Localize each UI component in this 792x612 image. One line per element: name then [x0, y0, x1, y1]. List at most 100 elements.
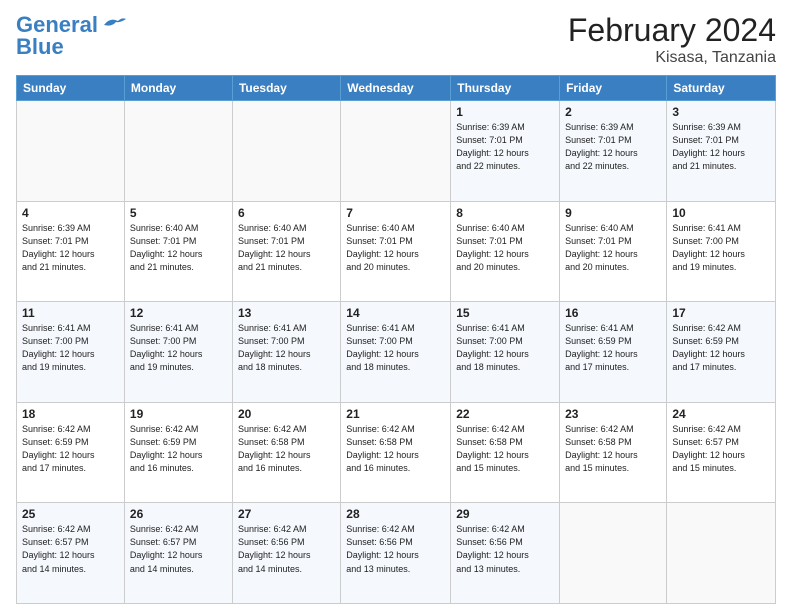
table-row: 11 Sunrise: 6:41 AM Sunset: 7:00 PM Dayli…: [17, 302, 125, 403]
calendar-week-2: 4 Sunrise: 6:39 AM Sunset: 7:01 PM Daylig…: [17, 201, 776, 302]
day-number: 15: [456, 306, 554, 320]
table-row: [341, 101, 451, 202]
table-row: [17, 101, 125, 202]
table-row: 29 Sunrise: 6:42 AM Sunset: 6:56 PM Dayli…: [451, 503, 560, 604]
table-row: 25 Sunrise: 6:42 AM Sunset: 6:57 PM Dayli…: [17, 503, 125, 604]
logo-blue: Blue: [16, 34, 64, 60]
table-row: 20 Sunrise: 6:42 AM Sunset: 6:58 PM Dayli…: [232, 402, 340, 503]
table-row: 13 Sunrise: 6:41 AM Sunset: 7:00 PM Dayli…: [232, 302, 340, 403]
day-number: 11: [22, 306, 119, 320]
day-number: 5: [130, 206, 227, 220]
day-info: Sunrise: 6:41 AM Sunset: 7:00 PM Dayligh…: [456, 322, 554, 374]
day-number: 21: [346, 407, 445, 421]
header-sunday: Sunday: [17, 76, 125, 101]
table-row: 27 Sunrise: 6:42 AM Sunset: 6:56 PM Dayli…: [232, 503, 340, 604]
table-row: 16 Sunrise: 6:41 AM Sunset: 6:59 PM Dayli…: [560, 302, 667, 403]
table-row: 14 Sunrise: 6:41 AM Sunset: 7:00 PM Dayli…: [341, 302, 451, 403]
page: General Blue February 2024 Kisasa, Tanza…: [0, 0, 792, 612]
header-thursday: Thursday: [451, 76, 560, 101]
day-number: 28: [346, 507, 445, 521]
calendar-week-5: 25 Sunrise: 6:42 AM Sunset: 6:57 PM Dayli…: [17, 503, 776, 604]
day-number: 9: [565, 206, 661, 220]
day-number: 3: [672, 105, 770, 119]
day-info: Sunrise: 6:42 AM Sunset: 6:56 PM Dayligh…: [238, 523, 335, 575]
table-row: [232, 101, 340, 202]
day-number: 2: [565, 105, 661, 119]
day-info: Sunrise: 6:41 AM Sunset: 6:59 PM Dayligh…: [565, 322, 661, 374]
table-row: 19 Sunrise: 6:42 AM Sunset: 6:59 PM Dayli…: [124, 402, 232, 503]
table-row: 4 Sunrise: 6:39 AM Sunset: 7:01 PM Daylig…: [17, 201, 125, 302]
table-row: 24Sunrise: 6:42 AM Sunset: 6:57 PM Dayli…: [667, 402, 776, 503]
day-number: 23: [565, 407, 661, 421]
day-number: 20: [238, 407, 335, 421]
table-row: 6 Sunrise: 6:40 AM Sunset: 7:01 PM Daylig…: [232, 201, 340, 302]
table-row: 18 Sunrise: 6:42 AM Sunset: 6:59 PM Dayli…: [17, 402, 125, 503]
table-row: 12Sunrise: 6:41 AM Sunset: 7:00 PM Dayli…: [124, 302, 232, 403]
day-info: Sunrise: 6:42 AM Sunset: 6:59 PM Dayligh…: [22, 423, 119, 475]
day-info: Sunrise: 6:42 AM Sunset: 6:58 PM Dayligh…: [346, 423, 445, 475]
day-number: 19: [130, 407, 227, 421]
day-info: Sunrise: 6:39 AM Sunset: 7:01 PM Dayligh…: [672, 121, 770, 173]
day-number: 8: [456, 206, 554, 220]
day-number: 29: [456, 507, 554, 521]
table-row: 3 Sunrise: 6:39 AM Sunset: 7:01 PM Daylig…: [667, 101, 776, 202]
day-info: Sunrise: 6:42 AM Sunset: 6:56 PM Dayligh…: [346, 523, 445, 575]
day-info: Sunrise: 6:41 AM Sunset: 7:00 PM Dayligh…: [346, 322, 445, 374]
day-info: Sunrise: 6:40 AM Sunset: 7:01 PM Dayligh…: [456, 222, 554, 274]
day-number: 22: [456, 407, 554, 421]
calendar-week-1: 1 Sunrise: 6:39 AM Sunset: 7:01 PM Daylig…: [17, 101, 776, 202]
day-number: 27: [238, 507, 335, 521]
table-row: [560, 503, 667, 604]
page-subtitle: Kisasa, Tanzania: [568, 49, 776, 67]
table-row: 28 Sunrise: 6:42 AM Sunset: 6:56 PM Dayli…: [341, 503, 451, 604]
logo-bird-icon: [100, 15, 126, 33]
day-info: Sunrise: 6:42 AM Sunset: 6:57 PM Dayligh…: [22, 523, 119, 575]
day-info: Sunrise: 6:41 AM Sunset: 7:00 PM Dayligh…: [22, 322, 119, 374]
logo: General Blue: [16, 12, 126, 60]
table-row: 10Sunrise: 6:41 AM Sunset: 7:00 PM Dayli…: [667, 201, 776, 302]
calendar-week-3: 11 Sunrise: 6:41 AM Sunset: 7:00 PM Dayli…: [17, 302, 776, 403]
day-number: 6: [238, 206, 335, 220]
day-number: 18: [22, 407, 119, 421]
table-row: 22Sunrise: 6:42 AM Sunset: 6:58 PM Dayli…: [451, 402, 560, 503]
day-info: Sunrise: 6:42 AM Sunset: 6:56 PM Dayligh…: [456, 523, 554, 575]
day-info: Sunrise: 6:40 AM Sunset: 7:01 PM Dayligh…: [565, 222, 661, 274]
table-row: 17Sunrise: 6:42 AM Sunset: 6:59 PM Dayli…: [667, 302, 776, 403]
day-info: Sunrise: 6:42 AM Sunset: 6:59 PM Dayligh…: [672, 322, 770, 374]
header-friday: Friday: [560, 76, 667, 101]
day-number: 25: [22, 507, 119, 521]
day-number: 12: [130, 306, 227, 320]
day-info: Sunrise: 6:42 AM Sunset: 6:59 PM Dayligh…: [130, 423, 227, 475]
title-area: February 2024 Kisasa, Tanzania: [568, 12, 776, 67]
table-row: 5 Sunrise: 6:40 AM Sunset: 7:01 PM Daylig…: [124, 201, 232, 302]
header-saturday: Saturday: [667, 76, 776, 101]
day-info: Sunrise: 6:39 AM Sunset: 7:01 PM Dayligh…: [565, 121, 661, 173]
day-number: 16: [565, 306, 661, 320]
day-info: Sunrise: 6:40 AM Sunset: 7:01 PM Dayligh…: [130, 222, 227, 274]
day-number: 1: [456, 105, 554, 119]
day-info: Sunrise: 6:39 AM Sunset: 7:01 PM Dayligh…: [456, 121, 554, 173]
day-info: Sunrise: 6:42 AM Sunset: 6:58 PM Dayligh…: [238, 423, 335, 475]
day-info: Sunrise: 6:42 AM Sunset: 6:57 PM Dayligh…: [130, 523, 227, 575]
day-number: 14: [346, 306, 445, 320]
table-row: 2 Sunrise: 6:39 AM Sunset: 7:01 PM Daylig…: [560, 101, 667, 202]
table-row: [124, 101, 232, 202]
day-number: 13: [238, 306, 335, 320]
day-number: 4: [22, 206, 119, 220]
table-row: 7 Sunrise: 6:40 AM Sunset: 7:01 PM Daylig…: [341, 201, 451, 302]
table-row: 9 Sunrise: 6:40 AM Sunset: 7:01 PM Daylig…: [560, 201, 667, 302]
day-number: 7: [346, 206, 445, 220]
day-info: Sunrise: 6:40 AM Sunset: 7:01 PM Dayligh…: [238, 222, 335, 274]
day-info: Sunrise: 6:40 AM Sunset: 7:01 PM Dayligh…: [346, 222, 445, 274]
day-info: Sunrise: 6:42 AM Sunset: 6:58 PM Dayligh…: [565, 423, 661, 475]
header-tuesday: Tuesday: [232, 76, 340, 101]
day-number: 26: [130, 507, 227, 521]
table-row: 1 Sunrise: 6:39 AM Sunset: 7:01 PM Daylig…: [451, 101, 560, 202]
table-row: 26 Sunrise: 6:42 AM Sunset: 6:57 PM Dayli…: [124, 503, 232, 604]
day-info: Sunrise: 6:41 AM Sunset: 7:00 PM Dayligh…: [238, 322, 335, 374]
header-wednesday: Wednesday: [341, 76, 451, 101]
table-row: 15 Sunrise: 6:41 AM Sunset: 7:00 PM Dayli…: [451, 302, 560, 403]
table-row: 23 Sunrise: 6:42 AM Sunset: 6:58 PM Dayli…: [560, 402, 667, 503]
calendar-table: Sunday Monday Tuesday Wednesday Thursday…: [16, 75, 776, 604]
day-info: Sunrise: 6:39 AM Sunset: 7:01 PM Dayligh…: [22, 222, 119, 274]
